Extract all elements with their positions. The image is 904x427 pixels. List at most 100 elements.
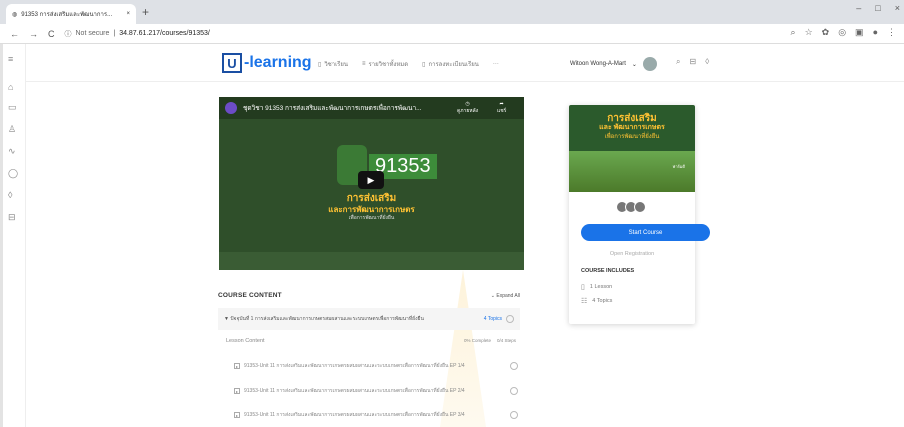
logo-text: -learning bbox=[244, 54, 312, 71]
include-lessons: ▯ 1 Lesson bbox=[581, 283, 612, 291]
menu-item-all-courses[interactable]: ≡ รายวิชาทั้งหมด bbox=[362, 59, 408, 69]
share-label: แชร์ bbox=[497, 108, 507, 114]
video-title[interactable]: ชุดวิชา 91353 การส่งเสริมและพัฒนาการเกษต… bbox=[243, 103, 422, 113]
video-file-icon: ▸ bbox=[234, 388, 240, 394]
include-lessons-label: 1 Lesson bbox=[589, 284, 613, 290]
thumbnail-tag: ฟาร์มดี bbox=[672, 164, 685, 169]
avatar[interactable] bbox=[634, 201, 646, 213]
site-logo[interactable]: U -learning bbox=[222, 53, 312, 73]
user-icon[interactable]: ♙ bbox=[8, 124, 16, 135]
close-window-button[interactable]: × bbox=[895, 3, 900, 13]
lesson-content-label: Lesson Content bbox=[226, 338, 265, 344]
lesson-title: 91353-Unit 11 การส่งเสริมและพัฒนาการเกษต… bbox=[244, 363, 465, 369]
section-title: ▼ ปัจจุบันที่ 1 การส่งเสริมและพัฒนาการเก… bbox=[224, 316, 424, 322]
open-registration-label: Open Registration bbox=[609, 251, 655, 257]
course-content-title: COURSE CONTENT bbox=[218, 292, 282, 299]
lesson-status-circle bbox=[510, 362, 518, 370]
video-file-icon: ▸ bbox=[234, 412, 240, 418]
book-icon: ▯ bbox=[318, 61, 322, 68]
extension-icon[interactable]: ✿ bbox=[822, 27, 830, 38]
video-titlebar: ชุดวิชา 91353 การส่งเสริมและพัฒนาการเกษต… bbox=[219, 97, 524, 119]
lesson-row[interactable]: ▸ 91353-Unit 11 การส่งเสริมและพัฒนาการเก… bbox=[234, 362, 518, 370]
url-divider: | bbox=[113, 30, 116, 37]
course-thumbnail: การส่งเสริม และ พัฒนาการเกษตร เพื่อการพั… bbox=[569, 105, 695, 192]
share-button[interactable]: ➦ แชร์ bbox=[497, 101, 506, 115]
user-name: Witoon Wong-A-Mart bbox=[570, 61, 626, 67]
lessons-icon[interactable]: ▭ bbox=[8, 102, 17, 113]
maximize-button[interactable]: □ bbox=[875, 3, 880, 13]
menu-item-my-courses[interactable]: ▯ วิชาเรียน bbox=[318, 59, 348, 69]
sidebar-edge bbox=[0, 44, 3, 427]
list-icon: ☷ bbox=[581, 298, 588, 305]
course-includes-title: COURSE INCLUDES bbox=[581, 268, 635, 274]
profile-icon[interactable]: ● bbox=[873, 27, 878, 38]
avatar[interactable] bbox=[642, 57, 657, 71]
lesson-complete: 0% Complete bbox=[463, 338, 491, 343]
list-icon: ≡ bbox=[362, 61, 366, 67]
include-topics-label: 4 Topics bbox=[592, 298, 613, 304]
address-bar: ← → C ⓘ Not secure | 34.87.61.217/course… bbox=[0, 24, 904, 44]
instructor-avatars bbox=[616, 201, 646, 213]
lesson-progress: 0% Complete 0/4 Steps bbox=[464, 338, 516, 344]
hamburger-icon[interactable]: ≡ bbox=[8, 54, 13, 64]
section-status-circle bbox=[506, 315, 514, 323]
back-icon[interactable]: ← bbox=[10, 29, 19, 39]
cart-icon[interactable]: ⊟ bbox=[689, 57, 696, 67]
tab-close-icon[interactable]: × bbox=[126, 11, 130, 17]
star-icon[interactable]: ☆ bbox=[805, 27, 813, 38]
zoom-icon[interactable]: ⌕ bbox=[791, 27, 796, 38]
lesson-title: 91353-Unit 11 การส่งเสริมและพัฒนาการเกษต… bbox=[244, 412, 465, 418]
left-sidebar: ≡ ⌂ ▭ ♙ ∿ ◯ ◊ ⊟ bbox=[0, 44, 26, 427]
thumbnail-title-3: เพื่อการพัฒนาที่ยั่งยืน bbox=[604, 134, 660, 140]
course-content-header: COURSE CONTENT ⌄ Expand All bbox=[218, 292, 520, 299]
main-menu: ▯ วิชาเรียน ≡ รายวิชาทั้งหมด ▯ การลงทะเบ… bbox=[318, 59, 499, 69]
menu-label: วิชาเรียน bbox=[324, 62, 349, 68]
watch-later-button[interactable]: ◷ ดูภายหลัง bbox=[457, 101, 478, 115]
menu-label: การลงทะเบียนเรียน bbox=[428, 62, 479, 68]
new-tab-button[interactable]: + bbox=[142, 5, 149, 19]
browser-tab[interactable]: ◍ 91353 การส่งเสริมและพัฒนาการ... × bbox=[6, 4, 136, 24]
lesson-title: 91353-Unit 11 การส่งเสริมและพัฒนาการเกษต… bbox=[244, 388, 465, 394]
lesson-row[interactable]: ▸ 91353-Unit 11 การส่งเสริมและพัฒนาการเก… bbox=[234, 411, 518, 419]
activity-icon[interactable]: ∿ bbox=[8, 146, 16, 157]
url-text[interactable]: 34.87.61.217/courses/91353/ bbox=[119, 30, 210, 37]
not-secure-label: Not secure bbox=[75, 30, 110, 37]
browser-toolbar-icons: ⌕ ☆ ✿ ◎ ▣ ● ⋮ bbox=[791, 27, 896, 38]
more-dots-icon: ··· bbox=[492, 61, 499, 67]
channel-logo[interactable] bbox=[225, 102, 237, 114]
doc-icon: ▯ bbox=[422, 61, 426, 68]
reload-icon[interactable]: C bbox=[48, 29, 55, 39]
notification-icon[interactable]: ◊ bbox=[705, 57, 709, 67]
video-bottom-bar bbox=[219, 252, 524, 270]
expand-all-button[interactable]: ⌄ Expand All bbox=[491, 293, 520, 299]
farm-scene-illustration bbox=[569, 151, 695, 192]
lesson-steps: 0/4 Steps bbox=[496, 338, 516, 343]
info-icon[interactable]: ⓘ bbox=[65, 29, 72, 39]
extension3-icon[interactable]: ▣ bbox=[855, 27, 864, 38]
menu-item-more[interactable]: ··· bbox=[493, 59, 499, 69]
doc-icon: ▯ bbox=[581, 284, 585, 291]
video-file-icon: ▸ bbox=[234, 363, 240, 369]
forward-icon[interactable]: → bbox=[29, 29, 38, 39]
lesson-row[interactable]: ▸ 91353-Unit 11 การส่งเสริมและพัฒนาการเก… bbox=[234, 387, 518, 395]
cart-icon[interactable]: ⊟ bbox=[8, 212, 16, 223]
include-topics: ☷ 4 Topics bbox=[581, 297, 612, 305]
bell-icon[interactable]: ◊ bbox=[8, 190, 12, 200]
video-player[interactable]: ชุดวิชา 91353 การส่งเสริมและพัฒนาการเกษต… bbox=[219, 97, 524, 270]
courses-icon[interactable]: ⌂ bbox=[8, 82, 13, 92]
site-header: U -learning ▯ วิชาเรียน ≡ รายวิชาทั้งหมด… bbox=[26, 44, 904, 82]
play-button[interactable]: ▶ bbox=[358, 171, 384, 189]
menu-dots-icon[interactable]: ⋮ bbox=[887, 27, 896, 38]
search-icon[interactable]: ⌕ bbox=[676, 57, 680, 67]
minimize-button[interactable]: – bbox=[856, 3, 861, 13]
url-field[interactable]: ⓘ Not secure | 34.87.61.217/courses/9135… bbox=[65, 29, 210, 39]
tab-title: 91353 การส่งเสริมและพัฒนาการ... bbox=[21, 12, 113, 18]
start-course-button[interactable]: Start Course bbox=[581, 224, 710, 241]
section-topics-badge: 4 Topics bbox=[483, 316, 502, 322]
chat-icon[interactable]: ◯ bbox=[8, 168, 18, 179]
user-menu[interactable]: Witoon Wong-A-Mart ⌄ bbox=[570, 57, 657, 71]
menu-item-registration[interactable]: ▯ การลงทะเบียนเรียน bbox=[422, 59, 479, 69]
watch-later-label: ดูภายหลัง bbox=[457, 108, 479, 114]
extension2-icon[interactable]: ◎ bbox=[838, 27, 846, 38]
lesson-section-row[interactable]: ▼ ปัจจุบันที่ 1 การส่งเสริมและพัฒนาการเก… bbox=[218, 308, 520, 330]
